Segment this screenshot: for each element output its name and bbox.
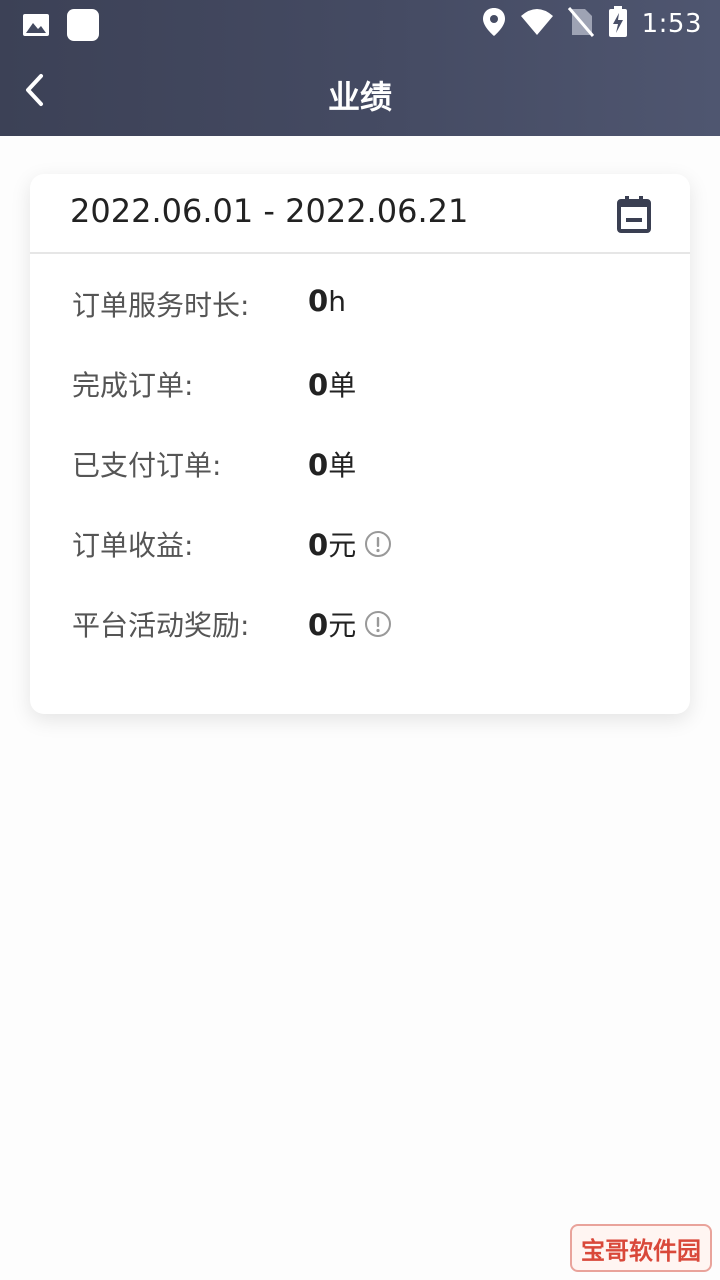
stat-label: 订单服务时长: (72, 289, 250, 322)
battery-charging-icon (608, 6, 628, 42)
stat-number: 0 (308, 368, 329, 402)
app-icon (66, 8, 100, 46)
calendar-button[interactable] (614, 194, 654, 234)
stat-label: 订单收益: (72, 529, 194, 562)
nav-bar: 业绩 (0, 50, 720, 136)
stat-row-order-revenue: 订单收益: 0元 (30, 524, 690, 604)
status-bar: 1:53 (0, 0, 720, 50)
header-bar: 1:53 业绩 (0, 0, 720, 136)
stat-unit: 元 (328, 609, 357, 642)
location-icon (482, 7, 506, 41)
calendar-icon (614, 196, 654, 238)
no-sim-icon (567, 7, 594, 41)
stat-value: 0元 (308, 524, 392, 564)
stat-label: 完成订单: (72, 369, 194, 402)
page-title: 业绩 (327, 78, 392, 116)
stat-value: 0单 (308, 364, 356, 404)
wifi-icon (520, 8, 554, 40)
stat-value: 0单 (308, 444, 356, 484)
image-icon (20, 9, 52, 45)
stat-number: 0 (308, 284, 329, 318)
info-icon[interactable] (364, 530, 392, 558)
stat-row-platform-reward: 平台活动奖励: 0元 (30, 604, 690, 684)
info-icon[interactable] (364, 610, 392, 638)
stat-row-paid-orders: 已支付订单: 0单 (30, 444, 690, 524)
stat-number: 0 (308, 448, 329, 482)
stat-unit: h (328, 285, 346, 318)
stat-unit: 单 (328, 449, 357, 482)
stat-number: 0 (308, 528, 329, 562)
stat-label: 已支付订单: (72, 449, 222, 482)
stat-number: 0 (308, 608, 329, 642)
stat-value: 0h (308, 284, 346, 318)
performance-card: 2022.06.01 - 2022.06.21 订单服务时长: 0h 完成订单: (30, 174, 690, 714)
stat-row-service-duration: 订单服务时长: 0h (30, 284, 690, 364)
stat-unit: 元 (328, 529, 357, 562)
watermark-logo: 宝哥软件园 (570, 1224, 712, 1272)
stat-unit: 单 (328, 369, 357, 402)
stat-label: 平台活动奖励: (72, 609, 250, 642)
stat-value: 0元 (308, 604, 392, 644)
status-time: 1:53 (641, 9, 702, 39)
stat-row-completed-orders: 完成订单: 0单 (30, 364, 690, 444)
stats-list: 订单服务时长: 0h 完成订单: 0单 已支付订单: 0单 订单收益: 0元 平… (30, 284, 690, 684)
card-header: 2022.06.01 - 2022.06.21 (30, 174, 690, 254)
date-range-text[interactable]: 2022.06.01 - 2022.06.21 (70, 192, 468, 230)
